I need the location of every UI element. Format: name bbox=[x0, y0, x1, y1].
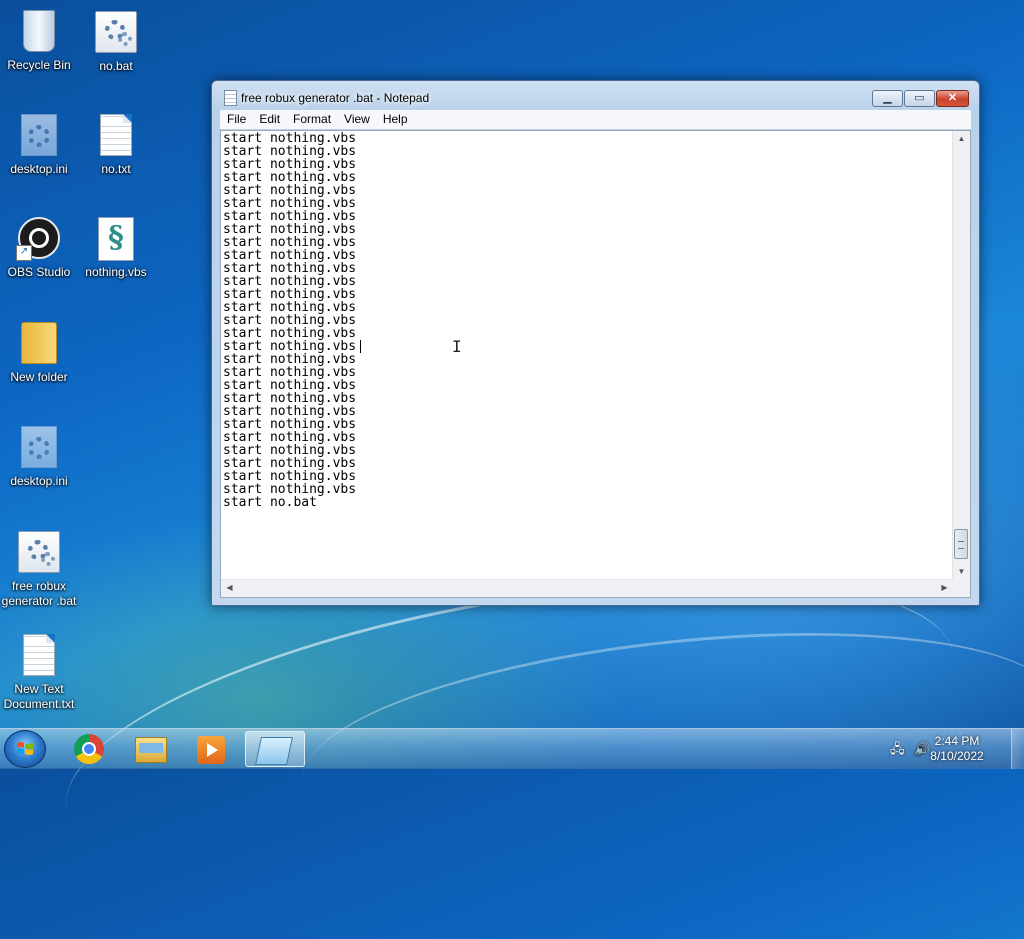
minimize-button[interactable]: ▁ bbox=[872, 90, 903, 107]
vertical-scroll-thumb[interactable] bbox=[954, 529, 968, 559]
notepad-icon bbox=[255, 737, 293, 765]
horizontal-scrollbar[interactable]: ◀ ▶ bbox=[221, 579, 953, 597]
ini-file-icon bbox=[21, 114, 57, 156]
desktop-icon-label: no.bat bbox=[99, 59, 133, 73]
batch-file-icon bbox=[18, 531, 60, 573]
scroll-down-arrow-icon[interactable]: ▼ bbox=[953, 564, 970, 580]
chrome-icon bbox=[74, 734, 104, 764]
desktop-icon-desktop-ini[interactable]: desktop.ini bbox=[0, 112, 78, 177]
scroll-left-arrow-icon[interactable]: ◀ bbox=[221, 580, 238, 596]
ini-file-icon bbox=[21, 426, 57, 468]
menu-help[interactable]: Help bbox=[376, 110, 414, 129]
notepad-icon bbox=[224, 90, 237, 106]
desktop-icon-label: no.txt bbox=[101, 162, 131, 176]
menu-file[interactable]: File bbox=[220, 110, 252, 129]
taskbar-media-player[interactable] bbox=[183, 731, 239, 767]
menu-view[interactable]: View bbox=[337, 110, 376, 129]
notepad-window: free robux generator .bat - Notepad ▁ ▭ … bbox=[211, 80, 980, 606]
scrollbar-corner bbox=[953, 580, 970, 597]
taskbar-chrome[interactable] bbox=[60, 731, 116, 767]
clock-time: 2:44 PM bbox=[934, 734, 980, 748]
desktop-icon-label: OBS Studio bbox=[7, 265, 71, 279]
desktop-icon-obs-studio[interactable]: ↗ OBS Studio bbox=[0, 216, 78, 280]
desktop-icon-label: desktop.ini bbox=[10, 474, 68, 488]
scroll-right-arrow-icon[interactable]: ▶ bbox=[936, 580, 953, 596]
menu-bar: File Edit Format View Help bbox=[220, 110, 971, 129]
obs-studio-icon: ↗ bbox=[16, 217, 60, 261]
menu-edit[interactable]: Edit bbox=[252, 110, 286, 129]
ibeam-cursor-icon: I bbox=[452, 337, 462, 356]
desktop-icon-label: New Text Document.txt bbox=[3, 682, 75, 711]
desktop-icon-recycle-bin[interactable]: Recycle Bin bbox=[0, 8, 78, 73]
taskbar-notepad[interactable] bbox=[245, 731, 305, 767]
shortcut-arrow-icon: ↗ bbox=[16, 245, 32, 261]
desktop-icon-no-bat[interactable]: no.bat bbox=[77, 8, 155, 74]
start-button[interactable] bbox=[4, 730, 46, 768]
desktop-icon-new-text-document[interactable]: New Text Document.txt bbox=[0, 632, 78, 712]
text-editor[interactable]: start nothing.vbs start nothing.vbs star… bbox=[220, 130, 971, 598]
text-caret bbox=[360, 340, 361, 353]
desktop-icon-nothing-vbs[interactable]: § nothing.vbs bbox=[77, 216, 155, 280]
vbs-script-icon: § bbox=[98, 217, 134, 261]
taskbar: 🖧 🔊 2:44 PM 8/10/2022 bbox=[0, 728, 1024, 769]
network-icon[interactable]: 🖧 bbox=[890, 741, 906, 757]
show-desktop-button[interactable] bbox=[1011, 729, 1024, 769]
windows-flag-icon bbox=[17, 742, 33, 755]
vertical-scrollbar[interactable]: ▲ ▼ bbox=[952, 131, 970, 580]
close-button[interactable]: ✕ bbox=[936, 90, 969, 107]
window-title-bar[interactable]: free robux generator .bat - Notepad ▁ ▭ … bbox=[212, 81, 979, 111]
maximize-button[interactable]: ▭ bbox=[904, 90, 935, 107]
folder-icon bbox=[135, 737, 167, 763]
recycle-bin-icon bbox=[23, 10, 55, 52]
desktop-icon-label: free robux generator .bat bbox=[1, 579, 77, 608]
desktop-icon-new-folder[interactable]: New folder bbox=[0, 320, 78, 385]
system-clock[interactable]: 2:44 PM 8/10/2022 bbox=[912, 734, 1002, 764]
batch-file-icon bbox=[95, 11, 137, 53]
text-file-icon bbox=[23, 634, 55, 676]
desktop-icon-label: desktop.ini bbox=[10, 162, 68, 176]
menu-format[interactable]: Format bbox=[286, 110, 337, 129]
desktop-icon-free-robux-generator[interactable]: free robux generator .bat bbox=[0, 528, 78, 609]
folder-icon bbox=[21, 322, 57, 364]
desktop-icon-no-txt[interactable]: no.txt bbox=[77, 112, 155, 177]
scroll-up-arrow-icon[interactable]: ▲ bbox=[953, 131, 970, 147]
window-title: free robux generator .bat - Notepad bbox=[241, 91, 430, 105]
text-file-icon bbox=[100, 114, 132, 156]
clock-date: 8/10/2022 bbox=[930, 749, 984, 763]
desktop-icon-label: New folder bbox=[10, 370, 68, 384]
taskbar-explorer[interactable] bbox=[122, 731, 178, 767]
media-player-icon bbox=[197, 736, 225, 764]
desktop-icon-desktop-ini-2[interactable]: desktop.ini bbox=[0, 424, 78, 489]
document-text[interactable]: start nothing.vbs start nothing.vbs star… bbox=[223, 132, 356, 509]
desktop-icon-label: nothing.vbs bbox=[85, 265, 147, 279]
desktop-icon-label: Recycle Bin bbox=[7, 58, 71, 72]
